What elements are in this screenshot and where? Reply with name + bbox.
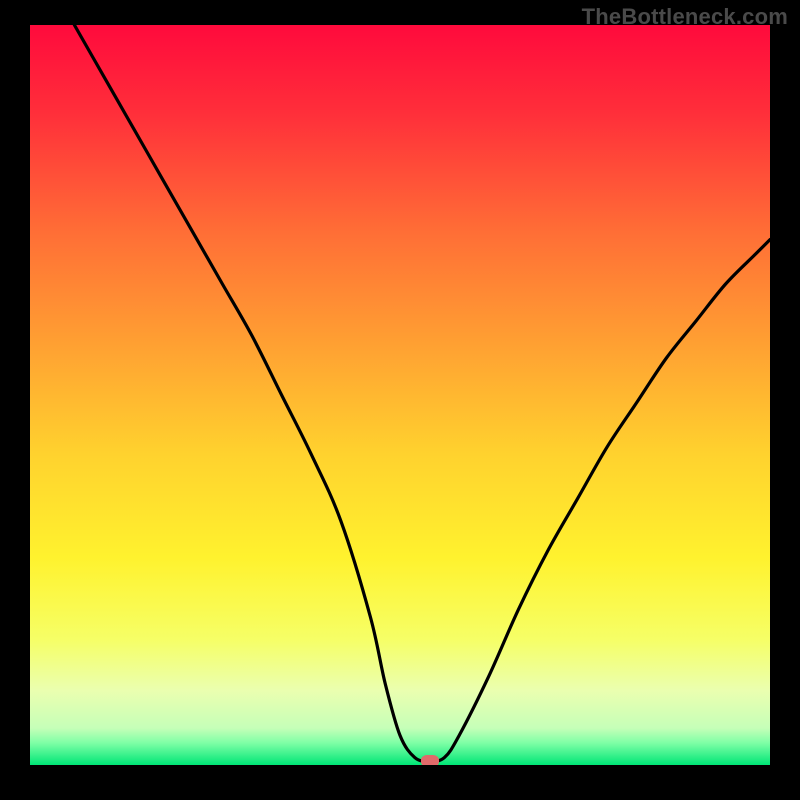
plot-area [30, 25, 770, 765]
watermark-text: TheBottleneck.com [582, 4, 788, 30]
chart-svg [30, 25, 770, 765]
chart-frame: TheBottleneck.com [0, 0, 800, 800]
gradient-background [30, 25, 770, 765]
optimum-marker [421, 755, 439, 765]
